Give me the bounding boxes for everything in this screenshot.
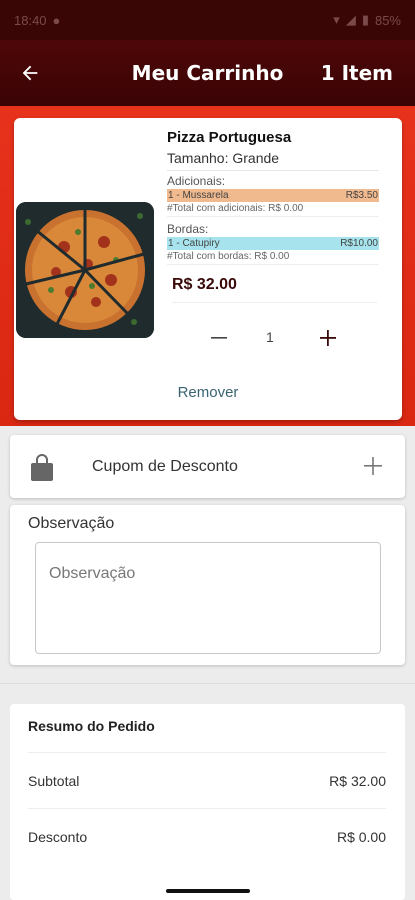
border-price: R$10.00 [340, 238, 378, 249]
order-summary-card: Resumo do Pedido Subtotal R$ 32.00 Desco… [10, 704, 405, 900]
addition-price: R$3.50 [345, 190, 378, 201]
subtotal-label: Subtotal [28, 772, 80, 789]
status-time: 18:40 [14, 12, 47, 28]
border-row: 1 - Catupiry R$10.00 [167, 237, 379, 250]
cart-item-count: 1 Item [320, 61, 393, 85]
minus-icon [211, 337, 227, 339]
discount-label: Desconto [28, 828, 88, 845]
increase-quantity-button[interactable] [313, 323, 343, 353]
addition-name: 1 - Mussarela [168, 190, 229, 201]
product-size: Tamanho: Grande [167, 150, 379, 171]
additions-total: #Total com adicionais: R$ 0.00 [167, 203, 379, 217]
product-price: R$ 32.00 [172, 276, 377, 303]
observation-card: Observação [10, 505, 405, 665]
summary-row-subtotal: Subtotal R$ 32.00 [28, 752, 386, 808]
remove-item-button[interactable]: Remover [14, 384, 402, 401]
shopping-bag-icon [31, 454, 53, 481]
app-bar: Meu Carrinho 1 Item [0, 40, 415, 106]
pizza-image [16, 202, 154, 338]
additions-label: Adicionais: [167, 174, 226, 188]
decrease-quantity-button[interactable] [204, 323, 234, 353]
quantity-value: 1 [266, 329, 274, 345]
wifi-icon: ▾ [333, 12, 340, 27]
status-bar: 18:40 ● ▾ ◢ ▮ 85% [0, 0, 415, 40]
battery-level: 85% [374, 12, 401, 28]
cart-item-card: Pizza Portuguesa Tamanho: Grande Adicion… [14, 118, 402, 420]
coupon-row[interactable]: Cupom de Desconto [10, 435, 405, 498]
divider [0, 683, 415, 684]
borders-label: Bordas: [167, 222, 209, 236]
product-name: Pizza Portuguesa [167, 129, 292, 146]
battery-icon: ▮ [361, 12, 369, 27]
observation-title: Observação [28, 515, 115, 532]
coupon-label: Cupom de Desconto [92, 458, 238, 475]
subtotal-value: R$ 32.00 [329, 772, 386, 789]
addition-row: 1 - Mussarela R$3.50 [167, 189, 379, 202]
discount-value: R$ 0.00 [336, 828, 386, 845]
borders-total: #Total com bordas: R$ 0.00 [167, 251, 379, 265]
gesture-nav-bar[interactable] [166, 889, 250, 893]
notification-icon: ● [52, 12, 61, 28]
border-name: 1 - Catupiry [168, 238, 220, 249]
observation-input[interactable] [35, 542, 381, 654]
signal-icon: ◢ [345, 12, 356, 27]
add-coupon-icon[interactable] [361, 454, 385, 478]
plus-icon [320, 330, 336, 346]
order-summary-title: Resumo do Pedido [28, 718, 155, 734]
summary-row-discount: Desconto R$ 0.00 [28, 808, 386, 864]
